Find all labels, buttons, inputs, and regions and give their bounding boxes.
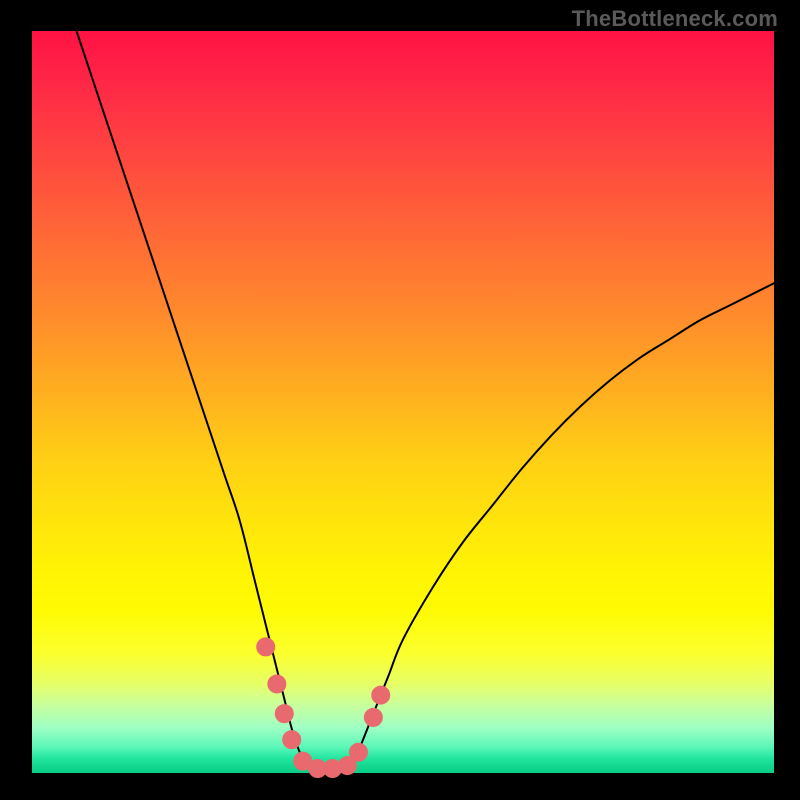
bottleneck-curve-path (77, 31, 774, 770)
curve-marker (372, 686, 390, 704)
chart-frame: TheBottleneck.com (0, 0, 800, 800)
curve-marker (283, 731, 301, 749)
curve-marker (349, 743, 367, 761)
curve-marker (257, 638, 275, 656)
curve-marker (268, 675, 286, 693)
curve-marker (364, 708, 382, 726)
curve-marker (275, 705, 293, 723)
bottleneck-curve-svg (0, 0, 800, 800)
